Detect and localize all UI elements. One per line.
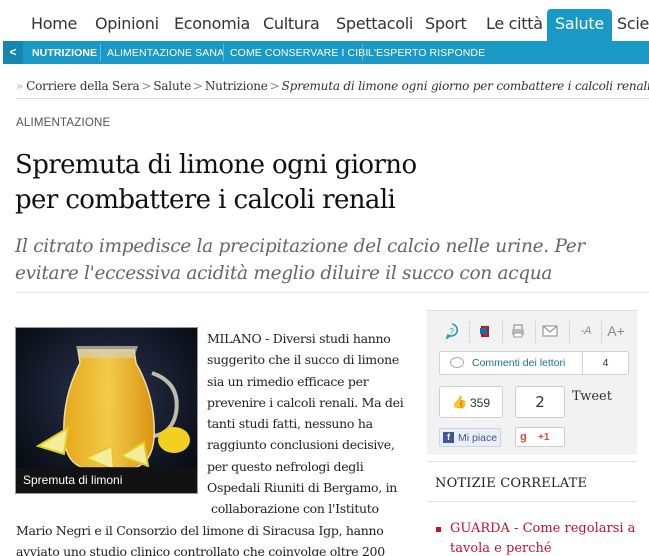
facebook-like-count: 👍 359 (439, 386, 503, 418)
facebook-like-button[interactable]: f Mi piace (439, 428, 501, 447)
body-line: tanti studi fatti, nessuno ha (207, 416, 373, 432)
photo-caption: Spremuta di limoni (16, 467, 197, 493)
breadcrumb-nutrizione[interactable]: Nutrizione (205, 79, 268, 93)
body-line: MILANO - Diversi studi hanno (207, 331, 391, 346)
google-plus-button[interactable]: g +1 (515, 427, 565, 447)
breadcrumb-separator: > (269, 79, 280, 93)
body-line: collaborazione con l'Istituto (211, 501, 379, 517)
article-subtitle: Il citrato impedisce la precipitazione d… (15, 233, 645, 287)
share-toolbox: ? -A A+ Commenti dei lettori 4 👍 359 f M… (427, 310, 637, 455)
nav-home[interactable]: Home (31, 14, 77, 33)
article-photo[interactable]: Spremuta di limoni (15, 327, 198, 494)
audio-icon[interactable] (477, 323, 495, 339)
nav-cultura[interactable]: Cultura (263, 14, 320, 33)
facebook-count: 359 (470, 396, 491, 410)
subnav-divider (362, 44, 363, 61)
facebook-like-label: Mi piace (458, 432, 498, 444)
body-line: Mario Negri e il Consorzio del limone di… (16, 523, 384, 538)
article-body-full: Mario Negri e il Consorzio del limone di… (16, 520, 385, 556)
nav-scienze[interactable]: Scien (617, 14, 649, 33)
article-body-column: MILANO - Diversi studi hanno suggerito c… (207, 328, 404, 520)
tweet-button[interactable]: Tweet (572, 389, 612, 404)
toolbar-divider (535, 321, 536, 343)
body-line: sia un rimedio efficace per (207, 373, 369, 389)
chevron-left-icon[interactable]: < (3, 41, 23, 64)
body-line: Ospedali Riuniti di Bergamo, in (207, 480, 398, 496)
bullet-icon (436, 527, 441, 532)
nav-salute[interactable]: Salute (547, 9, 612, 41)
article-title-line: per combattere i calcoli renali (15, 185, 396, 215)
toolbar-divider (601, 321, 602, 343)
subnav-esperto-risponde[interactable]: L'ESPERTO RISPONDE (368, 47, 485, 59)
article-title-line: Spremuta di limone ogni giorno (15, 150, 417, 180)
breadcrumb-corriere[interactable]: Corriere della Sera (26, 79, 140, 93)
body-line: avviato uno studio clinico controllato c… (16, 544, 385, 556)
body-line: raggiunto conclusioni decisive, (207, 437, 395, 453)
email-icon[interactable] (541, 323, 559, 339)
divider (16, 98, 649, 99)
comments-count: 4 (582, 352, 628, 374)
related-link-line: GUARDA - Come regolarsi a (450, 521, 636, 536)
comments-button[interactable]: Commenti dei lettori 4 (439, 351, 629, 375)
subnav-nutrizione[interactable]: NUTRIZIONE (32, 47, 97, 59)
breadcrumb: » Corriere della Sera > Salute > Nutrizione > S… (16, 79, 649, 93)
breadcrumb-marker-icon: » (16, 79, 24, 93)
toolbar-divider (569, 321, 570, 343)
section-label[interactable]: ALIMENTAZIONE (16, 117, 110, 129)
related-link-line: tavola e perché (450, 541, 552, 556)
article-subtitle-line: evitare l'eccessiva acidità meglio dilui… (15, 263, 553, 284)
breadcrumb-current: Spremuta di limone ogni giorno per comba… (281, 79, 649, 93)
toolbar-divider (469, 321, 470, 343)
body-line: prevenire i calcoli renali. Ma dei (207, 394, 404, 410)
divider (427, 461, 637, 462)
body-line: suggerito che il succo di limone (207, 352, 399, 368)
nav-opinioni[interactable]: Opinioni (95, 14, 159, 33)
divider (16, 292, 649, 293)
google-icon: g (520, 431, 527, 443)
top-navigation: Home Opinioni Economia Cultura Spettacol… (0, 0, 649, 41)
facebook-icon: f (443, 432, 454, 443)
comment-bubble-icon (450, 357, 464, 368)
body-line: per questo nefrologi degli (207, 458, 364, 474)
article-title: Spremuta di limone ogni giorno per comba… (15, 148, 615, 218)
help-icon[interactable]: ? (443, 323, 461, 340)
divider (427, 501, 637, 502)
nav-spettacoli[interactable]: Spettacoli (336, 14, 413, 33)
print-icon[interactable] (509, 323, 527, 339)
toolbar-divider (502, 321, 503, 343)
font-larger-icon[interactable]: A+ (607, 323, 625, 339)
nav-economia[interactable]: Economia (174, 14, 250, 33)
subnav-alimentazione-sana[interactable]: ALIMENTAZIONE SANA (107, 47, 224, 59)
svg-text:?: ? (450, 327, 455, 336)
google-plus-label: +1 (538, 432, 550, 443)
font-smaller-icon[interactable]: -A (577, 323, 595, 339)
breadcrumb-separator: > (193, 79, 203, 93)
subnav-come-conservare[interactable]: COME CONSERVARE I CIBI (230, 47, 368, 59)
section-subnav: < NUTRIZIONE ALIMENTAZIONE SANA COME CON… (3, 41, 649, 64)
nav-le-citta[interactable]: Le città (486, 14, 543, 33)
subnav-divider (223, 44, 224, 61)
related-news-title: NOTIZIE CORRELATE (435, 476, 588, 491)
comments-label: Commenti dei lettori (472, 357, 566, 369)
breadcrumb-separator: > (141, 79, 152, 93)
related-news-link[interactable]: GUARDA - Come regolarsi a tavola e perch… (450, 519, 640, 556)
article-subtitle-line: Il citrato impedisce la precipitazione d… (15, 236, 585, 257)
nav-sport[interactable]: Sport (425, 14, 467, 33)
subnav-divider (100, 44, 101, 61)
thumbs-up-icon: 👍 (452, 395, 467, 409)
tweet-count: 2 (515, 386, 565, 418)
breadcrumb-salute[interactable]: Salute (153, 79, 191, 93)
